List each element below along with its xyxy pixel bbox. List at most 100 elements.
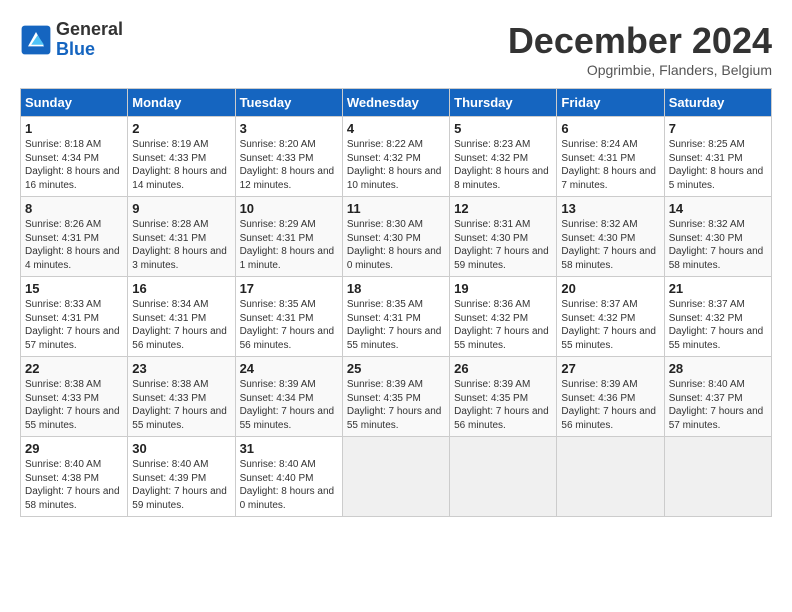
day-info: Sunrise: 8:22 AM Sunset: 4:32 PM Dayligh… (347, 138, 445, 192)
day-number: 27 (561, 361, 659, 376)
dow-header-monday: Monday (128, 89, 235, 117)
calendar-body: 1 Sunrise: 8:18 AM Sunset: 4:34 PM Daylig… (21, 117, 772, 517)
calendar-cell (342, 437, 449, 517)
logo-blue-text: Blue (56, 39, 95, 59)
calendar-cell: 1 Sunrise: 8:18 AM Sunset: 4:34 PM Daylig… (21, 117, 128, 197)
day-number: 4 (347, 121, 445, 136)
day-number: 30 (132, 441, 230, 456)
calendar-cell: 30 Sunrise: 8:40 AM Sunset: 4:39 PM Dayli… (128, 437, 235, 517)
day-number: 28 (669, 361, 767, 376)
day-info: Sunrise: 8:39 AM Sunset: 4:35 PM Dayligh… (347, 378, 445, 432)
day-number: 9 (132, 201, 230, 216)
day-info: Sunrise: 8:30 AM Sunset: 4:30 PM Dayligh… (347, 218, 445, 272)
logo: General Blue (20, 20, 123, 60)
day-number: 8 (25, 201, 123, 216)
day-number: 10 (240, 201, 338, 216)
calendar-cell: 28 Sunrise: 8:40 AM Sunset: 4:37 PM Dayli… (664, 357, 771, 437)
calendar-cell: 13 Sunrise: 8:32 AM Sunset: 4:30 PM Dayli… (557, 197, 664, 277)
day-info: Sunrise: 8:19 AM Sunset: 4:33 PM Dayligh… (132, 138, 230, 192)
day-number: 5 (454, 121, 552, 136)
day-info: Sunrise: 8:35 AM Sunset: 4:31 PM Dayligh… (347, 298, 445, 352)
day-number: 19 (454, 281, 552, 296)
day-info: Sunrise: 8:33 AM Sunset: 4:31 PM Dayligh… (25, 298, 123, 352)
calendar-cell: 10 Sunrise: 8:29 AM Sunset: 4:31 PM Dayli… (235, 197, 342, 277)
calendar-table: SundayMondayTuesdayWednesdayThursdayFrid… (20, 88, 772, 517)
day-number: 6 (561, 121, 659, 136)
day-info: Sunrise: 8:37 AM Sunset: 4:32 PM Dayligh… (669, 298, 767, 352)
day-number: 11 (347, 201, 445, 216)
day-info: Sunrise: 8:20 AM Sunset: 4:33 PM Dayligh… (240, 138, 338, 192)
day-info: Sunrise: 8:32 AM Sunset: 4:30 PM Dayligh… (669, 218, 767, 272)
week-row-1: 1 Sunrise: 8:18 AM Sunset: 4:34 PM Daylig… (21, 117, 772, 197)
week-row-3: 15 Sunrise: 8:33 AM Sunset: 4:31 PM Dayli… (21, 277, 772, 357)
calendar-cell: 3 Sunrise: 8:20 AM Sunset: 4:33 PM Daylig… (235, 117, 342, 197)
dow-header-saturday: Saturday (664, 89, 771, 117)
logo-icon (20, 24, 52, 56)
calendar-cell: 25 Sunrise: 8:39 AM Sunset: 4:35 PM Dayli… (342, 357, 449, 437)
day-info: Sunrise: 8:32 AM Sunset: 4:30 PM Dayligh… (561, 218, 659, 272)
dow-header-friday: Friday (557, 89, 664, 117)
day-number: 16 (132, 281, 230, 296)
calendar-cell: 22Sunrise: 8:38 AM Sunset: 4:33 PM Dayli… (21, 357, 128, 437)
day-number: 12 (454, 201, 552, 216)
day-number: 25 (347, 361, 445, 376)
calendar-cell: 23Sunrise: 8:38 AM Sunset: 4:33 PM Dayli… (128, 357, 235, 437)
day-number: 26 (454, 361, 552, 376)
day-number: 24 (240, 361, 338, 376)
calendar-cell: 2 Sunrise: 8:19 AM Sunset: 4:33 PM Daylig… (128, 117, 235, 197)
day-number: 20 (561, 281, 659, 296)
day-info: Sunrise: 8:35 AM Sunset: 4:31 PM Dayligh… (240, 298, 338, 352)
day-number: 2 (132, 121, 230, 136)
day-info: Sunrise: 8:39 AM Sunset: 4:34 PM Dayligh… (240, 378, 338, 432)
day-info: Sunrise: 8:31 AM Sunset: 4:30 PM Dayligh… (454, 218, 552, 272)
location: Opgrimbie, Flanders, Belgium (508, 62, 772, 78)
calendar-cell: 5 Sunrise: 8:23 AM Sunset: 4:32 PM Daylig… (450, 117, 557, 197)
week-row-4: 22Sunrise: 8:38 AM Sunset: 4:33 PM Dayli… (21, 357, 772, 437)
day-number: 14 (669, 201, 767, 216)
day-info: Sunrise: 8:28 AM Sunset: 4:31 PM Dayligh… (132, 218, 230, 272)
day-info: Sunrise: 8:40 AM Sunset: 4:39 PM Dayligh… (132, 458, 230, 512)
day-number: 3 (240, 121, 338, 136)
day-number: 21 (669, 281, 767, 296)
day-info: Sunrise: 8:23 AM Sunset: 4:32 PM Dayligh… (454, 138, 552, 192)
day-number: 1 (25, 121, 123, 136)
calendar-cell: 24 Sunrise: 8:39 AM Sunset: 4:34 PM Dayli… (235, 357, 342, 437)
day-info: Sunrise: 8:24 AM Sunset: 4:31 PM Dayligh… (561, 138, 659, 192)
day-info: Sunrise: 8:37 AM Sunset: 4:32 PM Dayligh… (561, 298, 659, 352)
calendar-cell: 17Sunrise: 8:35 AM Sunset: 4:31 PM Dayli… (235, 277, 342, 357)
day-info: Sunrise: 8:34 AM Sunset: 4:31 PM Dayligh… (132, 298, 230, 352)
month-title: December 2024 (508, 20, 772, 62)
day-info: Sunrise: 8:39 AM Sunset: 4:36 PM Dayligh… (561, 378, 659, 432)
day-info: Sunrise: 8:36 AM Sunset: 4:32 PM Dayligh… (454, 298, 552, 352)
day-info: Sunrise: 8:40 AM Sunset: 4:40 PM Dayligh… (240, 458, 338, 512)
day-number: 22 (25, 361, 123, 376)
day-number: 15 (25, 281, 123, 296)
day-info: Sunrise: 8:40 AM Sunset: 4:37 PM Dayligh… (669, 378, 767, 432)
calendar-cell: 15 Sunrise: 8:33 AM Sunset: 4:31 PM Dayli… (21, 277, 128, 357)
logo-general-text: General (56, 19, 123, 39)
calendar-cell: 8 Sunrise: 8:26 AM Sunset: 4:31 PM Daylig… (21, 197, 128, 277)
calendar-cell: 11 Sunrise: 8:30 AM Sunset: 4:30 PM Dayli… (342, 197, 449, 277)
day-info: Sunrise: 8:26 AM Sunset: 4:31 PM Dayligh… (25, 218, 123, 272)
calendar-cell: 4 Sunrise: 8:22 AM Sunset: 4:32 PM Daylig… (342, 117, 449, 197)
day-number: 18 (347, 281, 445, 296)
calendar-cell: 12 Sunrise: 8:31 AM Sunset: 4:30 PM Dayli… (450, 197, 557, 277)
calendar-cell: 31 Sunrise: 8:40 AM Sunset: 4:40 PM Dayli… (235, 437, 342, 517)
calendar-cell (557, 437, 664, 517)
calendar-cell: 29Sunrise: 8:40 AM Sunset: 4:38 PM Dayli… (21, 437, 128, 517)
day-info: Sunrise: 8:18 AM Sunset: 4:34 PM Dayligh… (25, 138, 123, 192)
dow-header-thursday: Thursday (450, 89, 557, 117)
calendar-cell: 19 Sunrise: 8:36 AM Sunset: 4:32 PM Dayli… (450, 277, 557, 357)
calendar-cell: 27 Sunrise: 8:39 AM Sunset: 4:36 PM Dayli… (557, 357, 664, 437)
calendar-cell: 9 Sunrise: 8:28 AM Sunset: 4:31 PM Daylig… (128, 197, 235, 277)
dow-header-tuesday: Tuesday (235, 89, 342, 117)
day-number: 29 (25, 441, 123, 456)
calendar-cell (664, 437, 771, 517)
dow-header-sunday: Sunday (21, 89, 128, 117)
day-number: 13 (561, 201, 659, 216)
calendar-cell: 18 Sunrise: 8:35 AM Sunset: 4:31 PM Dayli… (342, 277, 449, 357)
day-info: Sunrise: 8:29 AM Sunset: 4:31 PM Dayligh… (240, 218, 338, 272)
week-row-2: 8 Sunrise: 8:26 AM Sunset: 4:31 PM Daylig… (21, 197, 772, 277)
day-number: 31 (240, 441, 338, 456)
days-of-week-row: SundayMondayTuesdayWednesdayThursdayFrid… (21, 89, 772, 117)
